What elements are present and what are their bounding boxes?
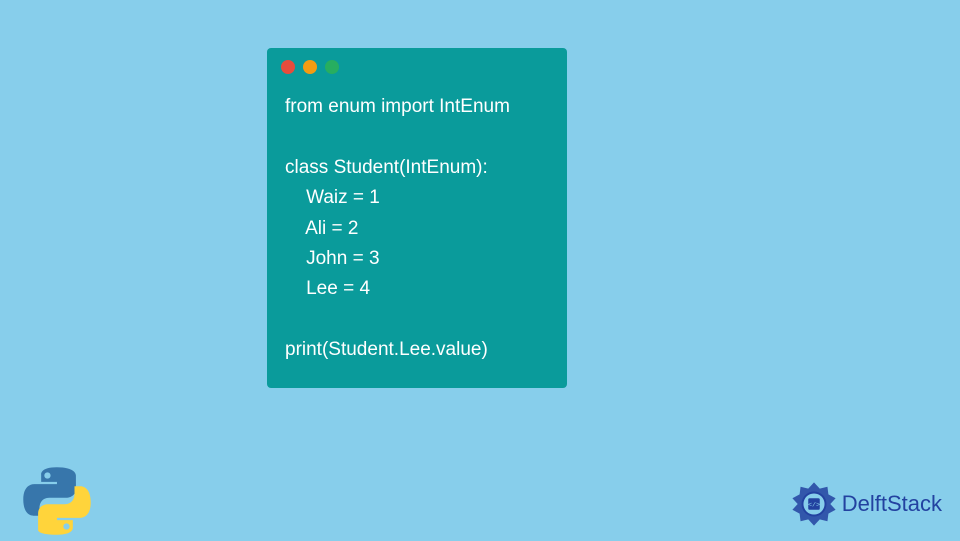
code-line: from enum import IntEnum [285,96,510,117]
python-logo-icon [22,466,92,536]
delftstack-badge-icon: </> [790,480,838,528]
delftstack-logo: </> DelftStack [790,480,942,528]
brand-name: DelftStack [842,491,942,517]
code-line: John = 3 [285,248,380,269]
code-line: Ali = 2 [285,218,358,239]
code-line: Lee = 4 [285,278,370,299]
maximize-dot-icon [325,60,339,74]
code-line: print(Student.Lee.value) [285,339,488,360]
code-window: from enum import IntEnum class Student(I… [267,48,567,388]
minimize-dot-icon [303,60,317,74]
svg-text:</>: </> [808,501,820,509]
code-body: from enum import IntEnum class Student(I… [267,78,567,388]
window-header [267,48,567,78]
code-line: Waiz = 1 [285,187,380,208]
close-dot-icon [281,60,295,74]
code-line: class Student(IntEnum): [285,157,488,178]
